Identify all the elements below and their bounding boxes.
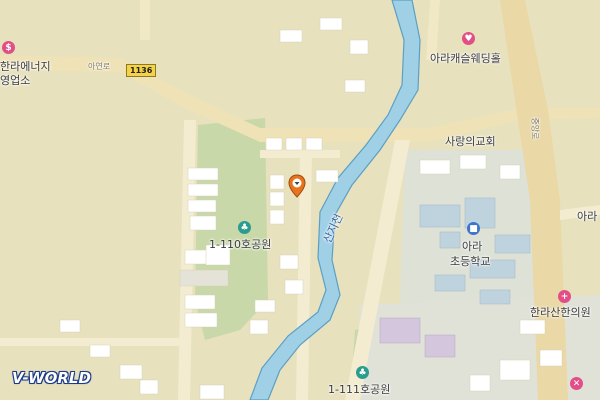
repair-icon[interactable]: ✕ <box>570 377 583 390</box>
place-label-church[interactable]: 사랑의교회 <box>445 135 496 148</box>
place-label-hanra-energy-2[interactable]: 영업소 <box>0 74 30 87</box>
wedding-icon[interactable]: ♥ <box>462 32 475 45</box>
shop-icon[interactable]: $ <box>2 41 15 54</box>
location-pin-icon[interactable] <box>288 174 306 198</box>
place-label-hospital[interactable]: 한라산한의원 <box>530 306 591 319</box>
place-label-park-110[interactable]: 1-110호공원 <box>209 238 271 251</box>
place-label-right-edge[interactable]: 아라 <box>577 210 597 223</box>
place-label-school-1[interactable]: 아라 <box>462 240 482 253</box>
place-label-park-111[interactable]: 1-111호공원 <box>328 383 390 396</box>
place-label-school-2[interactable]: 초등학교 <box>450 255 490 268</box>
park-icon[interactable]: ♣ <box>238 221 251 234</box>
school-icon[interactable]: ■ <box>467 222 480 235</box>
vworld-logo: V-WORLD <box>12 369 91 387</box>
place-label-wedding-hall[interactable]: 아라캐슬웨딩홀 <box>430 52 501 65</box>
park-icon[interactable]: ♣ <box>356 366 369 379</box>
road-label-ayeon: 아연로 <box>88 62 111 71</box>
route-shield-icon: 1136 <box>126 64 157 77</box>
map-view[interactable]: 1136 아연로 중앙로 산지천 $ 한라에너지 영업소 ♥ 아라캐슬웨딩홀 사… <box>0 0 600 400</box>
road-label-jungang: 중앙로 <box>530 117 540 140</box>
hospital-icon[interactable]: + <box>558 290 571 303</box>
place-label-hanra-energy[interactable]: 한라에너지 <box>0 60 51 73</box>
